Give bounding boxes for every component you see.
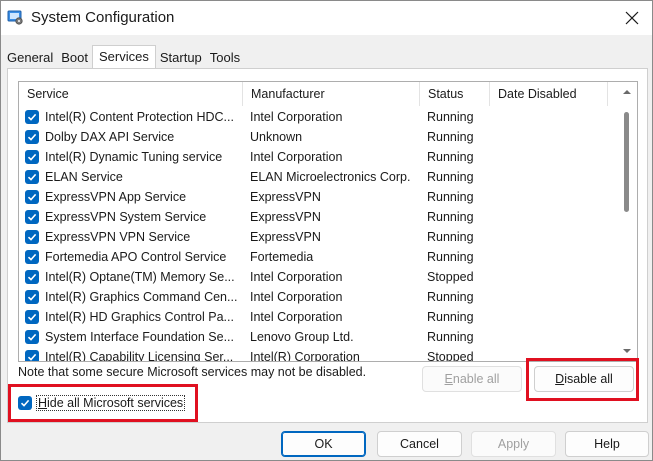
service-manufacturer: Fortemedia — [250, 250, 314, 264]
service-name: ExpressVPN System Service — [45, 210, 207, 224]
column-header-date-disabled[interactable]: Date Disabled — [490, 82, 608, 106]
service-manufacturer: ExpressVPN — [250, 190, 321, 204]
service-manufacturer: Intel Corporation — [250, 150, 343, 164]
service-manufacturer: Unknown — [250, 130, 303, 144]
window-title: System Configuration — [31, 9, 175, 26]
title-bar: System Configuration — [1, 1, 652, 35]
cancel-button[interactable]: Cancel — [377, 431, 462, 457]
service-status: Stopped — [427, 270, 474, 284]
service-status: Running — [427, 230, 474, 244]
service-manufacturer: ExpressVPN — [250, 230, 321, 244]
service-status: Running — [427, 150, 474, 164]
service-checkbox[interactable] — [25, 110, 39, 124]
service-checkbox[interactable] — [25, 290, 39, 304]
scroll-up-icon[interactable] — [622, 88, 632, 96]
service-status: Running — [427, 170, 474, 184]
service-row[interactable]: Intel(R) Optane(TM) Memory Se... Intel Co… — [19, 267, 619, 287]
service-manufacturer: Intel Corporation — [250, 270, 343, 284]
service-name: Dolby DAX API Service — [45, 130, 175, 144]
service-manufacturer: Lenovo Group Ltd. — [250, 330, 354, 344]
service-row[interactable]: Intel(R) Content Protection HDC... Intel … — [19, 107, 619, 127]
service-manufacturer: Intel Corporation — [250, 110, 343, 124]
highlight-hide-microsoft-services — [8, 384, 198, 422]
service-status: Running — [427, 310, 474, 324]
service-checkbox[interactable] — [25, 190, 39, 204]
service-name: ExpressVPN App Service — [45, 190, 187, 204]
service-status: Running — [427, 290, 474, 304]
scroll-down-icon[interactable] — [622, 347, 632, 355]
service-status: Running — [427, 330, 474, 344]
service-checkbox[interactable] — [25, 130, 39, 144]
tab-tools[interactable]: Tools — [206, 47, 244, 69]
service-status: Running — [427, 210, 474, 224]
services-list[interactable]: Service Manufacturer Status Date Disable… — [18, 81, 638, 362]
column-header-service[interactable]: Service — [19, 82, 243, 106]
tab-startup[interactable]: Startup — [156, 47, 206, 69]
enable-all-label: nable all — [452, 372, 500, 386]
service-name: Intel(R) Optane(TM) Memory Se... — [45, 270, 235, 284]
enable-all-accelerator: E — [444, 372, 453, 386]
service-row[interactable]: Fortemedia APO Control Service Fortemedia… — [19, 247, 619, 267]
system-configuration-window: System Configuration General Boot Servic… — [0, 0, 653, 461]
close-icon — [625, 11, 639, 25]
service-name: ExpressVPN VPN Service — [45, 230, 191, 244]
close-button[interactable] — [612, 1, 652, 35]
service-checkbox[interactable] — [25, 170, 39, 184]
service-row[interactable]: Intel(R) Dynamic Tuning service Intel Cor… — [19, 147, 619, 167]
ok-button[interactable]: OK — [281, 431, 366, 457]
scrollbar-thumb[interactable] — [624, 112, 629, 212]
service-status: Running — [427, 130, 474, 144]
help-button[interactable]: Help — [565, 431, 649, 457]
service-name: Intel(R) Graphics Command Cen... — [45, 290, 238, 304]
service-name: System Interface Foundation Se... — [45, 330, 234, 344]
service-row[interactable]: Intel(R) Graphics Command Cen... Intel Co… — [19, 287, 619, 307]
service-row[interactable]: Intel(R) HD Graphics Control Pa... Intel … — [19, 307, 619, 327]
service-manufacturer: Intel Corporation — [250, 290, 343, 304]
secure-services-note: Note that some secure Microsoft services… — [18, 365, 367, 379]
service-name: Intel(R) Content Protection HDC... — [45, 110, 234, 124]
service-row[interactable]: ExpressVPN VPN Service ExpressVPN Running — [19, 227, 619, 247]
service-manufacturer: Intel(R) Corporation — [250, 350, 360, 362]
system-configuration-icon — [7, 9, 23, 25]
enable-all-button[interactable]: Enable all — [422, 366, 522, 392]
service-row[interactable]: ExpressVPN App Service ExpressVPN Running — [19, 187, 619, 207]
service-name: Intel(R) Dynamic Tuning service — [45, 150, 223, 164]
service-checkbox[interactable] — [25, 310, 39, 324]
service-status: Running — [427, 110, 474, 124]
service-checkbox[interactable] — [25, 330, 39, 344]
service-name: ELAN Service — [45, 170, 123, 184]
service-status: Running — [427, 190, 474, 204]
service-status: Running — [427, 250, 474, 264]
service-rows: Intel(R) Content Protection HDC... Intel … — [19, 107, 619, 362]
service-status: Stopped — [427, 350, 474, 362]
service-checkbox[interactable] — [25, 250, 39, 264]
column-header-status[interactable]: Status — [420, 82, 490, 106]
apply-button[interactable]: Apply — [471, 431, 556, 457]
service-row[interactable]: ELAN Service ELAN Microelectronics Corp. R… — [19, 167, 619, 187]
list-header: Service Manufacturer Status Date Disable… — [19, 82, 619, 106]
tab-strip: General Boot Services Startup Tools — [3, 45, 244, 69]
tab-boot[interactable]: Boot — [57, 47, 92, 69]
service-checkbox[interactable] — [25, 230, 39, 244]
tab-general[interactable]: General — [3, 47, 57, 69]
highlight-disable-all — [526, 358, 639, 401]
service-checkbox[interactable] — [25, 150, 39, 164]
service-row[interactable]: System Interface Foundation Se... Lenovo … — [19, 327, 619, 347]
service-checkbox[interactable] — [25, 210, 39, 224]
service-manufacturer: Intel Corporation — [250, 310, 343, 324]
service-manufacturer: ExpressVPN — [250, 210, 321, 224]
tab-services[interactable]: Services — [92, 45, 156, 69]
service-manufacturer: ELAN Microelectronics Corp. — [250, 170, 411, 184]
vertical-scrollbar[interactable] — [617, 82, 637, 361]
service-name: Fortemedia APO Control Service — [45, 250, 227, 264]
service-row[interactable]: ExpressVPN System Service ExpressVPN Runni… — [19, 207, 619, 227]
service-checkbox[interactable] — [25, 350, 39, 361]
service-checkbox[interactable] — [25, 270, 39, 284]
column-header-manufacturer[interactable]: Manufacturer — [243, 82, 420, 106]
service-row[interactable]: Dolby DAX API Service Unknown Running — [19, 127, 619, 147]
service-name: Intel(R) Capability Licensing Ser... — [45, 350, 234, 362]
service-name: Intel(R) HD Graphics Control Pa... — [45, 310, 234, 324]
